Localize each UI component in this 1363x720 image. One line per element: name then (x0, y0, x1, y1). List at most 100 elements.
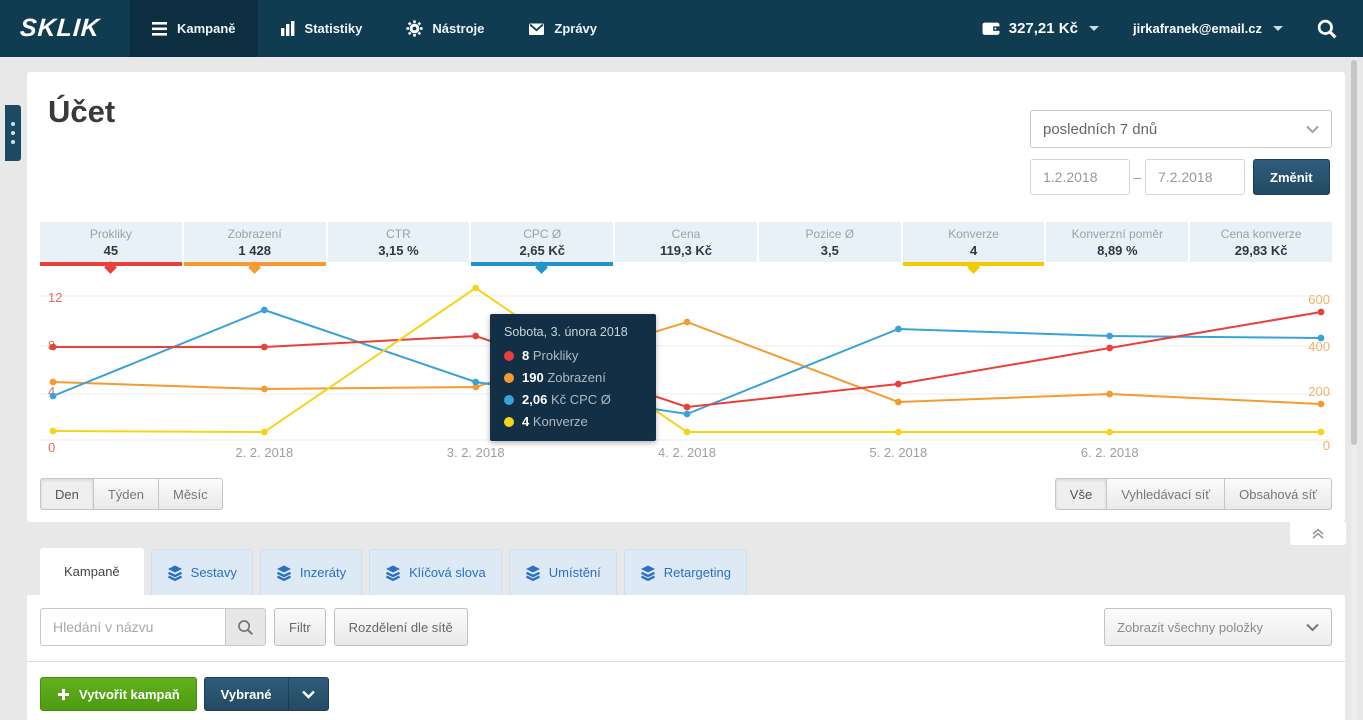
period-select[interactable]: posledních 7 dnů (1030, 110, 1332, 148)
menu-icon (152, 22, 168, 36)
chart-point-CPC Ø (895, 326, 902, 333)
search-input[interactable] (40, 608, 225, 646)
change-date-button[interactable]: Změnit (1253, 159, 1330, 195)
nav-label: Statistiky (305, 21, 363, 36)
metric-tab-prokliky[interactable]: Prokliky 45 (40, 222, 182, 262)
chart-point-Konverze (1318, 429, 1325, 436)
toolbar-divider (27, 661, 1345, 662)
campaigns-panel: Filtr Rozdělení dle sítě Zobrazit všechn… (27, 595, 1345, 720)
metric-tab-cena-konverze[interactable]: Cena konverze 29,83 Kč (1190, 222, 1332, 262)
metric-tab-konverzni-pomer[interactable]: Konverzní poměr 8,89 % (1046, 222, 1188, 262)
side-panel-handle[interactable] (5, 105, 21, 161)
nav-item-zpravy[interactable]: Zprávy (506, 0, 619, 57)
campaigns-section: Kampaně Sestavy Inzeráty Klíčová slova U… (27, 548, 1345, 720)
network-vse[interactable]: Vše (1055, 478, 1107, 510)
granularity-mesic[interactable]: Měsíc (159, 478, 223, 510)
campaigns-toolbar: Filtr Rozdělení dle sítě Zobrazit všechn… (40, 608, 1332, 646)
collapse-chart-button[interactable] (1290, 522, 1346, 545)
page-title: Účet (48, 94, 115, 130)
chart-point-Zobrazení (1318, 401, 1325, 408)
tab-inzeraty[interactable]: Inzeráty (260, 549, 362, 595)
account-balance-dropdown[interactable]: 327,21 Kč (982, 20, 1099, 37)
x-axis-label: 3. 2. 2018 (447, 445, 505, 460)
chart-tooltip: Sobota, 3. února 2018 8 Prokliky 190 Zob… (490, 314, 656, 441)
selected-actions-button[interactable]: Vybrané (204, 677, 329, 711)
chart-point-Konverze (684, 429, 691, 436)
chart-point-CPC Ø (50, 393, 57, 400)
campaign-actions: Vytvořit kampaň Vybrané (40, 677, 1332, 711)
chart-point-CPC Ø (1106, 333, 1113, 340)
series-dot-cpc (504, 395, 514, 405)
metric-tab-ctr[interactable]: CTR 3,15 % (328, 222, 470, 262)
chart-point-Konverze (261, 429, 268, 436)
filter-button[interactable]: Filtr (274, 608, 326, 646)
chart-point-Zobrazení (50, 379, 57, 386)
tab-umisteni[interactable]: Umístění (509, 549, 617, 595)
scrollbar-thumb[interactable] (1351, 60, 1357, 445)
network-obsahova[interactable]: Obsahová síť (1225, 478, 1332, 510)
layers-icon (525, 565, 541, 581)
search-submit-button[interactable] (225, 608, 266, 646)
top-navbar: SKLIK Kampaně Statistiky Nástroje Zprávy (0, 0, 1363, 57)
nav-label: Kampaně (177, 21, 236, 36)
main-nav: Kampaně Statistiky Nástroje Zprávy (130, 0, 619, 57)
granularity-switch: Den Týden Měsíc (40, 478, 223, 510)
chart-point-Prokliky (1318, 309, 1325, 316)
tab-retargeting[interactable]: Retargeting (624, 549, 747, 595)
account-overview-panel: Účet posledních 7 dnů – Změnit Prokliky … (27, 72, 1345, 522)
double-chevron-up-icon (1310, 527, 1326, 540)
nav-item-kampane[interactable]: Kampaně (130, 0, 258, 57)
chevron-down-icon (1306, 121, 1319, 138)
right-axis-tick: 600 (1308, 292, 1330, 307)
tab-klicova-slova[interactable]: Klíčová slova (369, 549, 502, 595)
create-campaign-button[interactable]: Vytvořit kampaň (40, 677, 197, 711)
tab-sestavy[interactable]: Sestavy (151, 549, 253, 595)
granularity-tyden[interactable]: Týden (94, 478, 159, 510)
chart-point-Prokliky (261, 344, 268, 351)
right-axis-tick: 400 (1308, 339, 1330, 354)
bar-chart-icon (280, 21, 296, 36)
chart-point-Konverze (472, 285, 479, 292)
metric-tab-cena[interactable]: Cena 119,3 Kč (615, 222, 757, 262)
chart-point-CPC Ø (261, 307, 268, 314)
metric-tab-zobrazeni[interactable]: Zobrazení 1 428 (184, 222, 326, 262)
metric-tabs: Prokliky 45 Zobrazení 1 428 CTR 3,15 % C… (40, 222, 1332, 262)
split-by-network-button[interactable]: Rozdělení dle sítě (334, 608, 468, 646)
right-axis-tick: 200 (1308, 384, 1330, 399)
x-axis-label: 5. 2. 2018 (869, 445, 927, 460)
granularity-den[interactable]: Den (40, 478, 94, 510)
chart-point-CPC Ø (684, 411, 691, 418)
metric-underline (903, 262, 1045, 266)
series-dot-prokliky (504, 351, 514, 361)
chevron-down-icon (1273, 26, 1283, 31)
tooltip-date: Sobota, 3. února 2018 (504, 325, 642, 339)
date-to-input[interactable] (1145, 159, 1245, 195)
user-menu[interactable]: jirkafranek@email.cz (1133, 21, 1283, 36)
nav-item-statistiky[interactable]: Statistiky (258, 0, 385, 57)
metric-tab-konverze[interactable]: Konverze 4 (903, 222, 1045, 262)
show-items-select[interactable]: Zobrazit všechny položky (1104, 608, 1332, 646)
metric-tab-pozice[interactable]: Pozice Ø 3,5 (759, 222, 901, 262)
sklik-logo[interactable]: SKLIK (0, 0, 132, 57)
layers-icon (167, 565, 183, 581)
date-range-controls: posledních 7 dnů – Změnit (1030, 110, 1332, 195)
nav-item-nastroje[interactable]: Nástroje (384, 0, 506, 57)
chart-line-Zobrazení (53, 322, 1321, 404)
metric-tab-cpc[interactable]: CPC Ø 2,65 Kč (471, 222, 613, 262)
performance-chart[interactable]: 1284060040020002. 2. 20183. 2. 20184. 2.… (40, 284, 1332, 477)
network-vyhledavaci[interactable]: Vyhledávací síť (1107, 478, 1225, 510)
gear-icon (406, 20, 423, 37)
x-axis-label: 2. 2. 2018 (235, 445, 293, 460)
user-email: jirkafranek@email.cz (1133, 21, 1262, 36)
page-scrollbar[interactable] (1351, 57, 1357, 720)
balance-amount: 327,21 Kč (1009, 20, 1078, 37)
left-axis-tick: 0 (48, 440, 55, 455)
tab-kampane[interactable]: Kampaně (40, 548, 144, 595)
chart-point-CPC Ø (1318, 335, 1325, 342)
chart-point-Zobrazení (895, 399, 902, 406)
date-from-input[interactable] (1030, 159, 1130, 195)
search-icon[interactable] (1317, 19, 1337, 39)
period-select-value: posledních 7 dnů (1043, 121, 1157, 138)
plus-icon (57, 688, 70, 701)
nav-label: Nástroje (432, 21, 484, 36)
